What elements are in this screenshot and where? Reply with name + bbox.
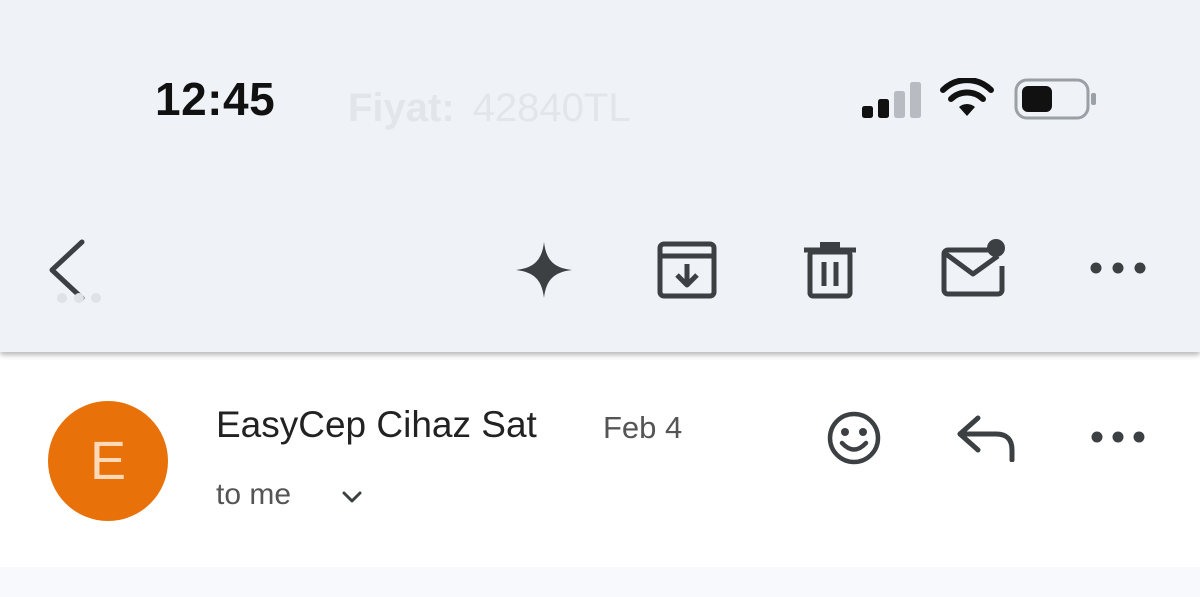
trash-icon[interactable] [802,240,858,300]
reply-icon[interactable] [956,414,1016,462]
sparkle-icon[interactable] [514,240,574,300]
recipient-label[interactable]: to me [216,478,291,512]
top-app-bar: 12:45 Fiyat: 42840TL [0,0,1200,352]
email-date: Feb 4 [603,410,683,445]
email-header-row: E EasyCep Cihaz Sat Feb 4 to me [0,352,1200,567]
wifi-icon [940,78,994,116]
faded-dots [57,293,101,303]
more-options-icon[interactable] [1090,420,1146,454]
sender-avatar[interactable]: E [48,401,168,521]
battery-icon [1014,78,1096,120]
mark-unread-icon[interactable] [940,236,1008,298]
chevron-down-icon[interactable] [340,485,364,509]
more-options-icon[interactable] [1088,250,1148,286]
status-time: 12:45 [155,73,276,125]
emoji-reaction-icon[interactable] [826,410,882,466]
faded-label: Fiyat: [348,86,455,130]
faded-value: 42840TL [472,86,631,130]
cellular-signal-icon [862,82,921,118]
faded-background-text: Fiyat: 42840TL [348,86,631,131]
sender-name[interactable]: EasyCep Cihaz Sat [216,404,537,446]
archive-icon[interactable] [656,240,718,300]
